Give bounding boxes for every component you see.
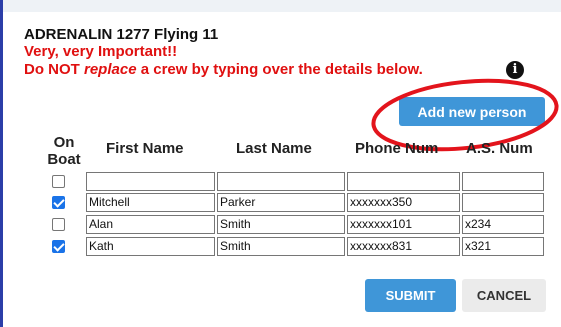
crew-row: Mitchell Parker xxxxxxx350: [0, 192, 561, 214]
last-name-field[interactable]: Parker: [217, 193, 345, 212]
first-name-field[interactable]: Alan: [86, 215, 215, 234]
boat-title: ADRENALIN 1277 Flying 11: [24, 26, 219, 43]
first-name-field[interactable]: [86, 172, 215, 191]
last-name-field[interactable]: Smith: [217, 215, 345, 234]
add-new-person-button[interactable]: Add new person: [399, 97, 545, 126]
header-phone-num: Phone Num: [355, 140, 439, 157]
on-boat-checkbox[interactable]: [52, 196, 65, 209]
phone-field[interactable]: xxxxxxx831: [347, 237, 460, 256]
submit-button[interactable]: SUBMIT: [365, 279, 456, 312]
header-first-name: First Name: [106, 140, 184, 157]
warning-suffix: a crew by typing over the details below.: [136, 61, 423, 78]
cancel-button[interactable]: CANCEL: [462, 279, 546, 312]
phone-field[interactable]: xxxxxxx350: [347, 193, 460, 212]
phone-field[interactable]: xxxxxxx101: [347, 215, 460, 234]
first-name-field[interactable]: Kath: [86, 237, 215, 256]
header-on-boat-line1: On: [53, 134, 75, 151]
phone-field[interactable]: [347, 172, 460, 191]
crew-row: [0, 171, 561, 193]
warning-heading: Very, very Important!!: [24, 43, 178, 60]
header-on-boat-line2: Boat: [47, 151, 81, 168]
background-strip: [0, 0, 561, 12]
header-last-name: Last Name: [236, 140, 312, 157]
as-num-field[interactable]: x321: [462, 237, 544, 256]
on-boat-checkbox[interactable]: [52, 240, 65, 253]
on-boat-checkbox[interactable]: [52, 175, 65, 188]
as-num-field[interactable]: x234: [462, 215, 544, 234]
warning-emphasis: replace: [84, 61, 137, 78]
info-icon[interactable]: i: [506, 61, 524, 79]
header-on-boat: On Boat: [42, 134, 86, 168]
warning-prefix: Do NOT: [24, 61, 84, 78]
crew-row: Alan Smith xxxxxxx101 x234: [0, 214, 561, 236]
crew-row: Kath Smith xxxxxxx831 x321: [0, 236, 561, 258]
header-as-num: A.S. Num: [466, 140, 533, 157]
first-name-field[interactable]: Mitchell: [86, 193, 215, 212]
as-num-field[interactable]: [462, 193, 544, 212]
on-boat-checkbox[interactable]: [52, 218, 65, 231]
last-name-field[interactable]: [217, 172, 345, 191]
last-name-field[interactable]: Smith: [217, 237, 345, 256]
as-num-field[interactable]: [462, 172, 544, 191]
warning-message: Do NOT replace a crew by typing over the…: [24, 61, 423, 78]
